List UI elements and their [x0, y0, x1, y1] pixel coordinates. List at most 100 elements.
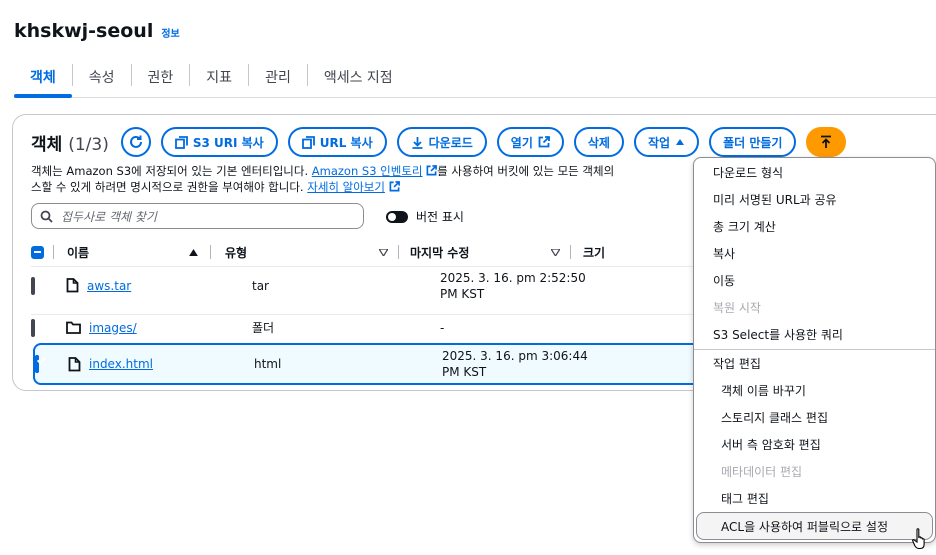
- objects-description: 객체는 Amazon S3에 저장되어 있는 기본 엔터티입니다. Amazon…: [31, 163, 711, 195]
- external-link-icon: [426, 165, 438, 176]
- description-text: 객체는 Amazon S3에 저장되어 있는 기본 엔터티입니다.: [31, 164, 312, 178]
- description-text: 를 사용하여 버킷에 있는 모든 객체의: [437, 164, 615, 178]
- copy-s3-uri-button[interactable]: S3 URI 복사: [160, 127, 278, 157]
- file-icon: [68, 356, 81, 371]
- row-name-cell: aws.tar: [66, 278, 252, 293]
- row-checkbox[interactable]: [31, 276, 35, 295]
- copy-icon: [301, 135, 315, 149]
- column-name-label: 이름: [67, 245, 90, 260]
- menu-item-edit-metadata: 메타데이터 편집: [721, 465, 803, 479]
- tab-permissions[interactable]: 권한: [132, 64, 191, 86]
- menu-item-calculate-total-size[interactable]: 총 크기 계산: [694, 213, 935, 240]
- column-header-name[interactable]: 이름: [54, 244, 210, 261]
- menu-item-edit-encryption[interactable]: 서버 측 암호화 편집: [694, 431, 935, 458]
- tab-access-points[interactable]: 액세스 지점: [308, 64, 409, 86]
- tab-management[interactable]: 관리: [249, 64, 308, 86]
- sort-icon: [379, 248, 388, 256]
- menu-item-query-s3-select[interactable]: S3 Select를 사용한 쿼리: [694, 321, 935, 348]
- search-placeholder: 접두사로 객체 찾기: [61, 209, 157, 224]
- row-type-cell: html: [254, 357, 282, 371]
- tab-bar: 객체 속성 권한 지표 관리 액세스 지점: [14, 64, 936, 98]
- file-name-link[interactable]: aws.tar: [87, 279, 131, 293]
- table-row[interactable]: aws.tar tar 2025. 3. 16. pm 2:52:50 PM K…: [31, 266, 711, 304]
- row-select-cell: [31, 276, 66, 295]
- panel-header: 객체 (1/3) S3 URI 복사 URL 복사 다운로드 열기 삭제 작업: [31, 127, 847, 157]
- actions-button[interactable]: 작업: [633, 127, 700, 157]
- show-versions-toggle[interactable]: 버전 표시: [386, 208, 464, 225]
- copy-url-label: URL 복사: [319, 135, 373, 150]
- copy-url-button[interactable]: URL 복사: [287, 127, 387, 157]
- column-modified-label: 마지막 수정: [410, 245, 470, 260]
- delete-label: 삭제: [587, 135, 610, 150]
- modified-date: 2025. 3. 16. pm 3:06:44: [442, 349, 588, 363]
- upload-button[interactable]: [806, 127, 847, 157]
- row-checkbox[interactable]: [31, 318, 35, 337]
- row-type-cell: 폴더: [252, 321, 275, 335]
- folder-name-link[interactable]: images/: [89, 321, 137, 335]
- download-button[interactable]: 다운로드: [396, 127, 487, 157]
- tab-objects[interactable]: 객체: [14, 64, 73, 98]
- table-row[interactable]: images/ 폴더 -: [31, 314, 711, 340]
- column-header-type[interactable]: 유형: [211, 244, 398, 261]
- toggle-switch[interactable]: [386, 210, 408, 223]
- search-icon: [40, 210, 53, 223]
- column-size-label: 크기: [583, 245, 606, 260]
- sort-icon: [551, 248, 560, 256]
- objects-title: 객체: [31, 134, 63, 155]
- menu-item-copy[interactable]: 복사: [694, 240, 935, 267]
- description-text: 스할 수 있게 하려면 명시적으로 권한을 부여해야 합니다.: [31, 180, 308, 194]
- actions-menu: 다운로드 형식 미리 서명된 URL과 공유 총 크기 계산 복사 이동 복원 …: [693, 157, 936, 543]
- show-versions-label: 버전 표시: [416, 210, 464, 224]
- row-type-cell: tar: [252, 278, 269, 293]
- row-checkbox[interactable]: [35, 355, 39, 373]
- external-link-icon: [538, 136, 550, 148]
- menu-item-make-public-acl[interactable]: ACL을 사용하여 퍼블릭으로 설정: [696, 512, 933, 540]
- row-select-cell: [31, 318, 66, 337]
- objects-heading: 객체 (1/3): [31, 130, 109, 155]
- row-name-cell: index.html: [68, 356, 254, 372]
- refresh-button[interactable]: [120, 127, 151, 157]
- open-button[interactable]: 열기: [496, 127, 564, 157]
- row-name-cell: images/: [66, 321, 252, 335]
- column-header-size[interactable]: 크기: [571, 244, 605, 261]
- menu-item-share-presigned-url[interactable]: 미리 서명된 URL과 공유: [694, 186, 935, 213]
- modified-date: 2025. 3. 16. pm 2:52:50: [440, 270, 586, 285]
- create-folder-button[interactable]: 폴더 만들기: [709, 127, 797, 157]
- menu-item-move[interactable]: 이동: [694, 267, 935, 294]
- select-all-checkbox[interactable]: [31, 245, 44, 259]
- folder-icon: [66, 321, 81, 334]
- create-folder-label: 폴더 만들기: [723, 135, 783, 150]
- learn-more-link[interactable]: 자세히 알아보기: [307, 180, 385, 194]
- refresh-icon: [129, 135, 142, 148]
- info-link[interactable]: 정보: [161, 25, 179, 40]
- row-modified-cell: -: [440, 320, 445, 335]
- column-type-label: 유형: [225, 245, 248, 260]
- menu-item-initiate-restore: 복원 시작: [713, 301, 761, 315]
- modified-timezone: PM KST: [440, 286, 485, 301]
- delete-button[interactable]: 삭제: [573, 127, 624, 157]
- row-select-cell: [35, 355, 68, 373]
- actions-label: 작업: [647, 135, 671, 150]
- row-modified-cell: 2025. 3. 16. pm 2:52:50 PM KST: [440, 270, 610, 302]
- menu-item-edit-tags[interactable]: 태그 편집: [694, 485, 935, 512]
- menu-item-rename-object[interactable]: 객체 이름 바꾸기: [694, 377, 935, 404]
- objects-count: (1/3): [68, 134, 109, 155]
- search-input[interactable]: 접두사로 객체 찾기: [31, 203, 364, 229]
- table-header: 이름 유형 마지막 수정 크기: [31, 239, 711, 265]
- menu-item-download-as[interactable]: 다운로드 형식: [694, 159, 935, 186]
- tab-properties[interactable]: 속성: [73, 64, 132, 86]
- file-name-link[interactable]: index.html: [89, 357, 153, 371]
- external-link-icon: [389, 181, 400, 192]
- select-all-cell: [31, 245, 53, 259]
- table-row-selected[interactable]: index.html html 2025. 3. 16. pm 3:06:44 …: [33, 343, 709, 385]
- modified-timezone: PM KST: [442, 365, 487, 379]
- caret-up-icon: [676, 139, 685, 145]
- sort-ascending-icon: [189, 248, 198, 256]
- copy-icon: [174, 135, 188, 149]
- upload-icon: [821, 135, 832, 148]
- download-label: 다운로드: [428, 135, 473, 150]
- inventory-link[interactable]: Amazon S3 인벤토리: [312, 164, 423, 178]
- column-header-modified[interactable]: 마지막 수정: [399, 244, 570, 261]
- menu-item-edit-storage-class[interactable]: 스토리지 클래스 편집: [694, 404, 935, 431]
- tab-metrics[interactable]: 지표: [190, 64, 250, 86]
